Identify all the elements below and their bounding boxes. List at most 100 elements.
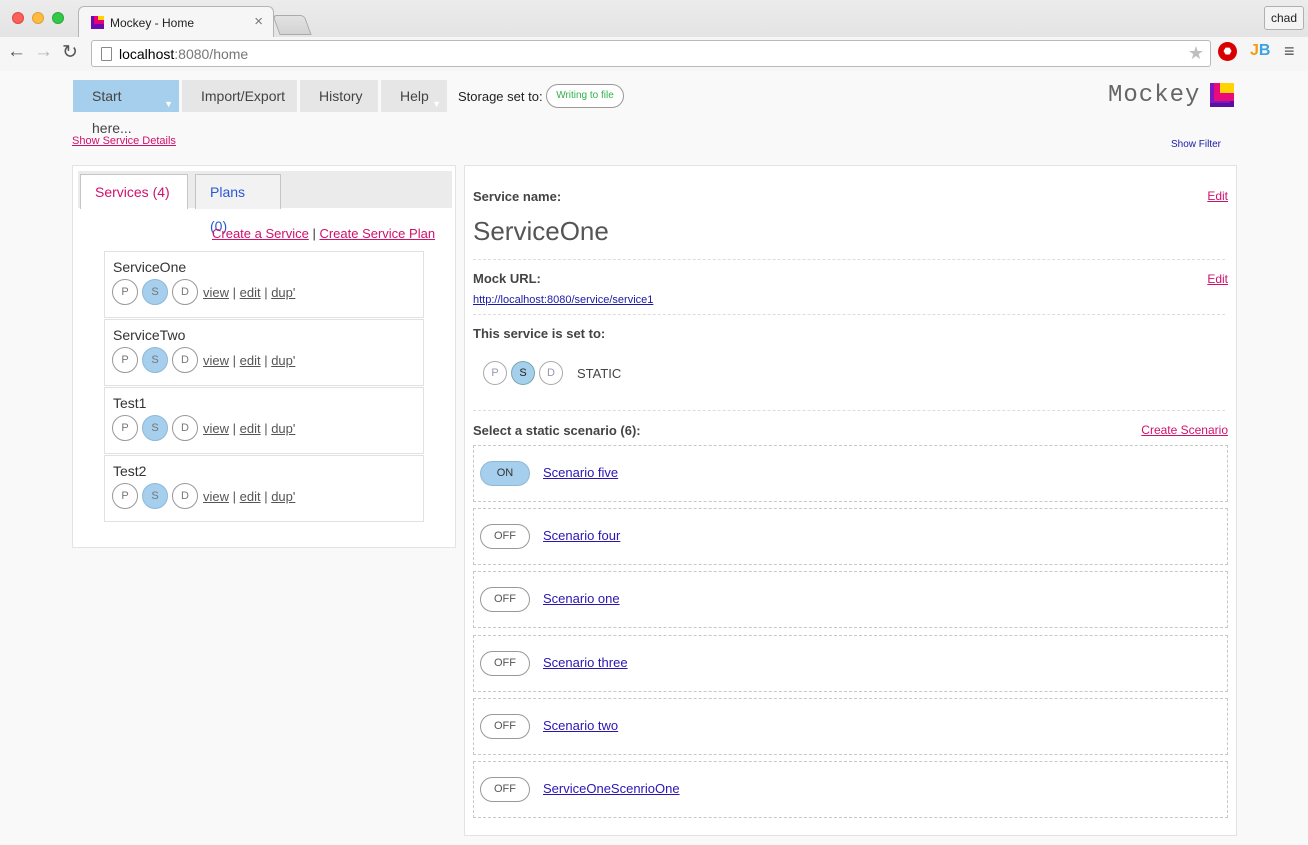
new-tab-button[interactable] bbox=[272, 15, 312, 35]
mode-proxy-button[interactable]: P bbox=[112, 279, 138, 305]
nav-start-here[interactable]: Start here... ▼ bbox=[73, 80, 179, 136]
service-status: STATIC bbox=[577, 365, 622, 381]
create-service-link[interactable]: Create a Service bbox=[212, 226, 309, 241]
mode-proxy-button[interactable]: P bbox=[112, 415, 138, 441]
mode-dynamic-button[interactable]: D bbox=[172, 347, 198, 373]
tab-plans[interactable]: Plans (0) bbox=[195, 174, 281, 234]
stop-extension-icon[interactable]: ⬣ bbox=[1218, 42, 1237, 61]
service-name[interactable]: ServiceTwo bbox=[113, 327, 185, 343]
browser-tab[interactable]: Mockey - Home × bbox=[78, 6, 274, 37]
scenario-toggle[interactable]: OFF bbox=[480, 524, 530, 549]
edit-link[interactable]: edit bbox=[240, 421, 261, 436]
scenario-link[interactable]: Scenario three bbox=[543, 655, 628, 670]
mode-dynamic-button[interactable]: D bbox=[172, 279, 198, 305]
scenario-link[interactable]: Scenario five bbox=[543, 465, 618, 480]
pipe: | bbox=[229, 352, 240, 368]
edit-link[interactable]: edit bbox=[240, 285, 261, 300]
mode-dynamic-button[interactable]: D bbox=[539, 361, 563, 385]
scenario-row: ON Scenario five bbox=[473, 445, 1228, 502]
jb-extension-icon[interactable]: JB bbox=[1250, 42, 1270, 60]
edit-link[interactable]: edit bbox=[240, 489, 261, 504]
scenario-link[interactable]: ServiceOneScenrioOne bbox=[543, 781, 680, 796]
tab-services[interactable]: Services (4) bbox=[80, 174, 188, 209]
back-icon[interactable]: ← bbox=[7, 41, 26, 63]
nav-history[interactable]: History bbox=[300, 80, 378, 112]
scenario-link[interactable]: Scenario four bbox=[543, 528, 620, 543]
scenario-toggle[interactable]: OFF bbox=[480, 651, 530, 676]
scenario-link[interactable]: Scenario two bbox=[543, 718, 618, 733]
service-title: ServiceOne bbox=[473, 216, 609, 246]
scenario-toggle[interactable]: OFF bbox=[480, 587, 530, 612]
pipe: | bbox=[229, 420, 240, 436]
mode-proxy-button[interactable]: P bbox=[112, 347, 138, 373]
create-links: Create a Service | Create Service Plan bbox=[212, 226, 435, 241]
mode-dynamic-button[interactable]: D bbox=[172, 483, 198, 509]
view-link[interactable]: view bbox=[203, 285, 229, 300]
mode-static-button[interactable]: S bbox=[511, 361, 535, 385]
browser-chrome: Mockey - Home × chad ← → ↻ localhost:808… bbox=[0, 0, 1308, 71]
mode-static-button[interactable]: S bbox=[142, 279, 168, 305]
scenario-toggle[interactable]: OFF bbox=[480, 777, 530, 802]
forward-icon[interactable]: → bbox=[34, 41, 53, 63]
duplicate-link[interactable]: dup' bbox=[271, 285, 295, 300]
view-link[interactable]: view bbox=[203, 353, 229, 368]
duplicate-link[interactable]: dup' bbox=[271, 489, 295, 504]
nav-help-label: Help bbox=[400, 88, 429, 104]
close-tab-icon[interactable]: × bbox=[254, 13, 263, 30]
mock-url-label: Mock URL: bbox=[473, 271, 541, 286]
service-name[interactable]: ServiceOne bbox=[113, 259, 186, 275]
duplicate-link[interactable]: dup' bbox=[271, 353, 295, 368]
divider bbox=[473, 314, 1225, 315]
mode-proxy-button[interactable]: P bbox=[112, 483, 138, 509]
service-name-label: Service name: bbox=[473, 189, 562, 204]
reload-icon[interactable]: ↻ bbox=[62, 41, 78, 64]
edit-service-name-link[interactable]: Edit bbox=[1207, 189, 1228, 203]
mock-url-link[interactable]: http://localhost:8080/service/service1 bbox=[473, 294, 653, 306]
view-link[interactable]: view bbox=[203, 489, 229, 504]
bookmark-star-icon[interactable]: ★ bbox=[1188, 43, 1204, 64]
close-window-button[interactable] bbox=[12, 12, 24, 24]
url-host: localhost bbox=[119, 46, 175, 62]
show-service-details-link[interactable]: Show Service Details bbox=[72, 135, 176, 147]
service-links: view | edit | dup' bbox=[203, 421, 295, 436]
mode-dynamic-button[interactable]: D bbox=[172, 415, 198, 441]
mode-static-button[interactable]: S bbox=[142, 483, 168, 509]
service-name[interactable]: Test2 bbox=[113, 463, 146, 479]
zoom-window-button[interactable] bbox=[52, 12, 64, 24]
mode-static-button[interactable]: S bbox=[142, 415, 168, 441]
view-link[interactable]: view bbox=[203, 421, 229, 436]
scenario-toggle[interactable]: OFF bbox=[480, 714, 530, 739]
scenario-link[interactable]: Scenario one bbox=[543, 591, 620, 606]
nav-start-label: Start here... bbox=[92, 88, 132, 136]
mode-proxy-button[interactable]: P bbox=[483, 361, 507, 385]
services-panel: Services (4) Plans (0) Create a Service … bbox=[72, 165, 456, 548]
pipe: | bbox=[229, 284, 240, 300]
nav-help[interactable]: Help ▼ bbox=[381, 80, 447, 112]
caret-down-icon: ▼ bbox=[432, 99, 441, 109]
create-scenario-link[interactable]: Create Scenario bbox=[1141, 423, 1228, 437]
service-links: view | edit | dup' bbox=[203, 353, 295, 368]
edit-link[interactable]: edit bbox=[240, 353, 261, 368]
service-set-to-label: This service is set to: bbox=[473, 326, 606, 341]
service-actions: P S D view | edit | dup' bbox=[112, 279, 295, 305]
create-service-plan-link[interactable]: Create Service Plan bbox=[319, 226, 435, 241]
main-nav: Start here... ▼ Import/Export History He… bbox=[73, 80, 450, 136]
scenario-toggle[interactable]: ON bbox=[480, 461, 530, 486]
nav-import-export[interactable]: Import/Export bbox=[182, 80, 297, 112]
address-bar[interactable]: localhost:8080/home ★ bbox=[91, 40, 1211, 67]
browser-menu-icon[interactable]: ≡ bbox=[1284, 41, 1295, 62]
edit-mock-url-link[interactable]: Edit bbox=[1207, 272, 1228, 286]
jb-b: B bbox=[1258, 42, 1271, 59]
duplicate-link[interactable]: dup' bbox=[271, 421, 295, 436]
stop-glyph: ⬣ bbox=[1223, 46, 1232, 56]
pipe: | bbox=[260, 488, 272, 504]
scenario-row: OFF Scenario four bbox=[473, 508, 1228, 565]
service-name[interactable]: Test1 bbox=[113, 395, 146, 411]
browser-toolbar: ← → ↻ localhost:8080/home ★ bbox=[0, 37, 1308, 71]
scenario-row: OFF Scenario two bbox=[473, 698, 1228, 755]
profile-button[interactable]: chad bbox=[1264, 6, 1304, 30]
show-filter-link[interactable]: Show Filter bbox=[1171, 139, 1221, 150]
minimize-window-button[interactable] bbox=[32, 12, 44, 24]
storage-badge[interactable]: Writing to file bbox=[546, 84, 624, 108]
mode-static-button[interactable]: S bbox=[142, 347, 168, 373]
